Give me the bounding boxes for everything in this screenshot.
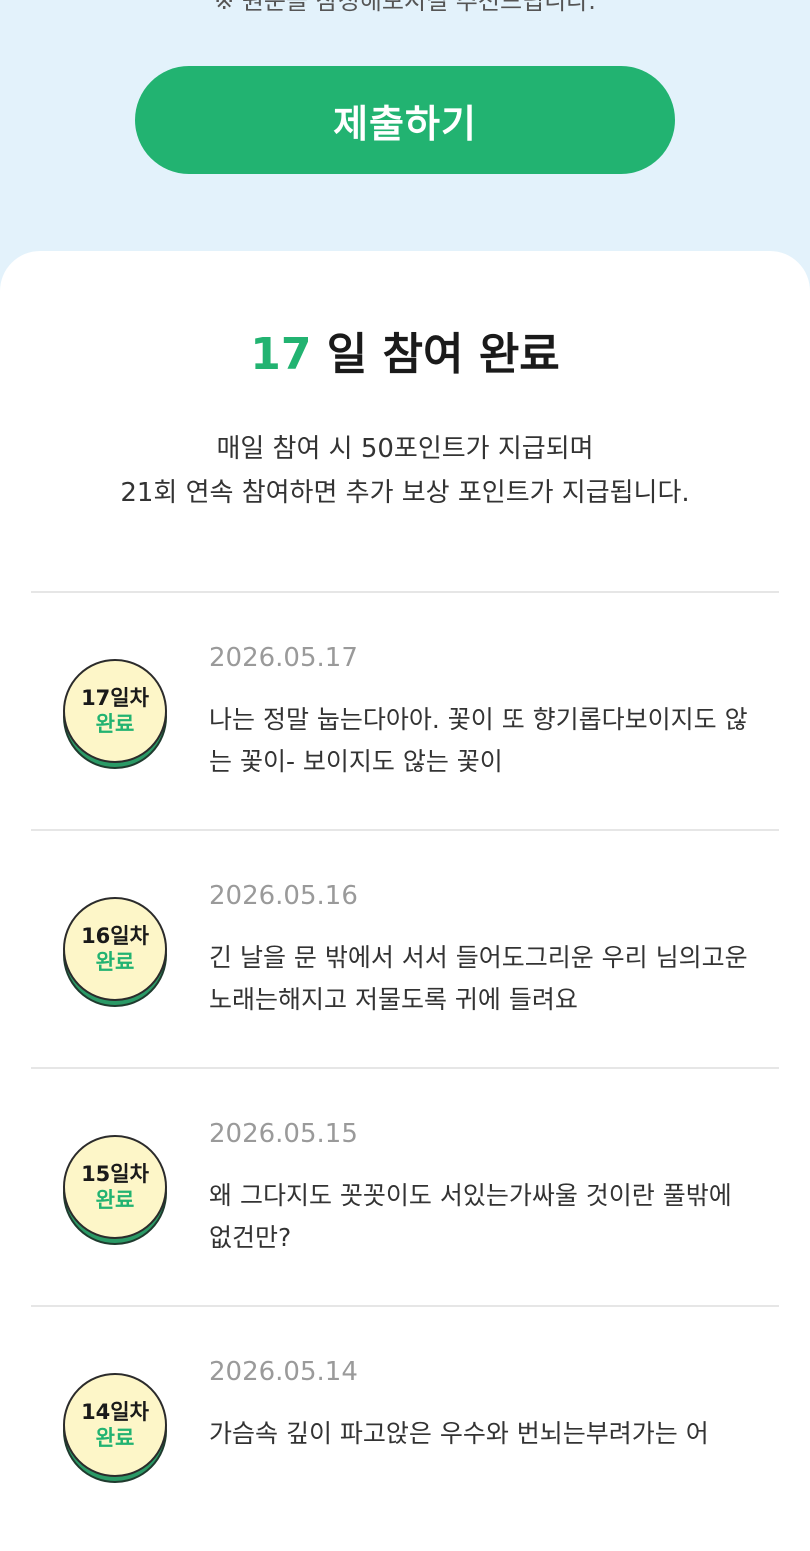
badge-day-label: 14일차	[81, 1400, 149, 1424]
description-line-2: 21회 연속 참여하면 추가 보상 포인트가 지급됩니다.	[120, 478, 690, 508]
entry-text: 가슴속 깊이 파고앉은 우수와 번뇌는부려가는 어	[209, 1419, 709, 1448]
badge-day-label: 15일차	[81, 1162, 149, 1186]
entry-date: 2026.05.14	[209, 1357, 358, 1387]
description-line-1: 매일 참여 시 50포인트가 지급되며	[216, 434, 594, 464]
entry-text: 왜 그다지도 꼿꼿이도 서있는가싸울 것이란 풀밖에 없건만?	[209, 1181, 732, 1252]
badge-face: 16일차 완료	[63, 897, 167, 1001]
participation-card: 17 일 참여 완료 매일 참여 시 50포인트가 지급되며 21회 연속 참여…	[0, 251, 810, 1551]
badge-face: 17일차 완료	[63, 659, 167, 763]
entry-text: 긴 날을 문 밖에서 서서 들어도그리운 우리 님의고운 노래는해지고 저물도록…	[209, 943, 748, 1014]
participation-description: 매일 참여 시 50포인트가 지급되며 21회 연속 참여하면 추가 보상 포인…	[0, 427, 810, 515]
list-item[interactable]: 15일차 완료 2026.05.15 왜 그다지도 꼿꼿이도 서있는가싸울 것이…	[31, 1067, 779, 1305]
entry-list: 17일차 완료 2026.05.17 나는 정말 눕는다아아. 꽃이 또 향기롭…	[31, 591, 779, 1543]
badge-face: 15일차 완료	[63, 1135, 167, 1239]
badge-day-label: 17일차	[81, 686, 149, 710]
entry-date: 2026.05.17	[209, 643, 358, 673]
participation-label: 일 참여 완료	[311, 329, 560, 380]
day-badge: 17일차 완료	[63, 659, 167, 769]
day-badge: 14일차 완료	[63, 1373, 167, 1483]
badge-status-label: 완료	[95, 1426, 135, 1450]
badge-status-label: 완료	[95, 712, 135, 736]
submit-button[interactable]: 제출하기	[135, 66, 675, 174]
top-note: ※ 원문을 참정해보시길 추천드립니다.	[214, 0, 596, 15]
badge-day-label: 16일차	[81, 924, 149, 948]
entry-text: 나는 정말 눕는다아아. 꽃이 또 향기롭다보이지도 않는 꽃이- 보이지도 않…	[209, 705, 748, 776]
participation-count: 17	[250, 329, 312, 380]
list-item[interactable]: 16일차 완료 2026.05.16 긴 날을 문 밖에서 서서 들어도그리운 …	[31, 829, 779, 1067]
list-item[interactable]: 14일차 완료 2026.05.14 가슴속 깊이 파고앉은 우수와 번뇌는부려…	[31, 1305, 779, 1543]
entry-date: 2026.05.15	[209, 1119, 358, 1149]
entry-date: 2026.05.16	[209, 881, 358, 911]
list-item[interactable]: 17일차 완료 2026.05.17 나는 정말 눕는다아아. 꽃이 또 향기롭…	[31, 591, 779, 829]
day-badge: 15일차 완료	[63, 1135, 167, 1245]
badge-status-label: 완료	[95, 950, 135, 974]
badge-face: 14일차 완료	[63, 1373, 167, 1477]
day-badge: 16일차 완료	[63, 897, 167, 1007]
participation-headline: 17 일 참여 완료	[0, 327, 810, 383]
badge-status-label: 완료	[95, 1188, 135, 1212]
